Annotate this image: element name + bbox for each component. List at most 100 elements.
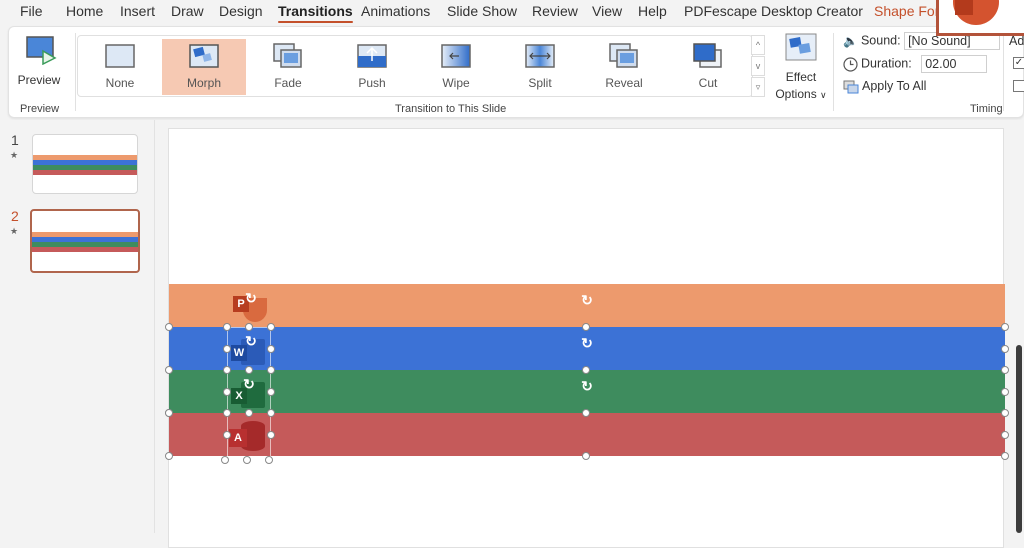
animation-star-icon: ★	[10, 226, 19, 236]
slide-canvas[interactable]: P W X A ↻ ↻ ↻ ↻ ↻ ↻	[165, 128, 1009, 548]
effect-options-button[interactable]: Effect Options ∨	[771, 31, 831, 101]
resize-handle[interactable]	[1001, 345, 1009, 353]
transition-fade[interactable]: Fade	[246, 39, 330, 95]
transition-reveal-label: Reveal	[605, 76, 643, 90]
resize-handle[interactable]	[1001, 409, 1009, 417]
fade-transition-icon	[273, 43, 302, 68]
timing-group-label: Timing	[970, 103, 1003, 115]
clock-icon	[843, 56, 858, 72]
transition-cut[interactable]: Cut	[666, 39, 750, 95]
vertical-scrollbar[interactable]	[1016, 345, 1022, 533]
transition-split[interactable]: Split	[498, 39, 582, 95]
menu-transitions[interactable]: Transitions	[278, 3, 353, 23]
slide-thumbnail-1[interactable]	[32, 134, 138, 194]
effect-options-label: Effect Options ∨	[771, 69, 831, 104]
resize-handle[interactable]	[223, 388, 231, 396]
resize-handle[interactable]	[1001, 431, 1009, 439]
resize-handle[interactable]	[243, 456, 251, 464]
gallery-scroll-down-button[interactable]: v	[751, 56, 765, 76]
menu-review[interactable]: Review	[532, 3, 578, 19]
slide-number: 2	[11, 208, 19, 224]
resize-handle[interactable]	[1001, 388, 1009, 396]
resize-handle[interactable]	[223, 345, 231, 353]
menu-slide-show[interactable]: Slide Show	[447, 3, 517, 19]
resize-handle[interactable]	[165, 366, 173, 374]
preview-button[interactable]: Preview	[11, 31, 67, 95]
resize-handle[interactable]	[582, 323, 590, 331]
resize-handle[interactable]	[221, 456, 229, 464]
transition-fade-label: Fade	[274, 76, 302, 90]
resize-handle[interactable]	[245, 409, 253, 417]
rotate-handle-icon[interactable]: ↻	[580, 336, 594, 350]
wipe-transition-icon	[441, 44, 471, 68]
on-mouse-click-checkbox[interactable]: ✓	[1013, 57, 1024, 69]
menu-file[interactable]: File	[20, 3, 43, 19]
apply-to-all-icon	[843, 80, 859, 94]
gallery-scroll-up-button[interactable]: ^	[751, 35, 765, 55]
transition-none[interactable]: None	[78, 39, 162, 95]
resize-handle[interactable]	[165, 409, 173, 417]
resize-handle[interactable]	[223, 323, 231, 331]
apply-to-all-button[interactable]: Apply To All	[843, 79, 926, 94]
after-checkbox[interactable]	[1013, 80, 1024, 92]
ribbon-transitions: Preview Preview None Morph Fade Push Wip…	[8, 26, 1024, 118]
menu-insert[interactable]: Insert	[120, 3, 155, 19]
duration-label: Duration:	[861, 56, 912, 71]
transition-morph[interactable]: Morph	[162, 39, 246, 95]
transition-push[interactable]: Push	[330, 39, 414, 95]
cut-transition-icon	[693, 43, 722, 68]
transition-reveal[interactable]: Reveal	[582, 39, 666, 95]
rotate-handle-icon[interactable]: ↻	[580, 293, 594, 307]
effect-options-label-line1: Effect	[785, 70, 817, 84]
resize-handle[interactable]	[1001, 323, 1009, 331]
rotate-handle-icon[interactable]: ↻	[242, 377, 256, 391]
resize-handle[interactable]	[1001, 366, 1009, 374]
resize-handle[interactable]	[267, 366, 275, 374]
preview-label: Preview	[17, 73, 61, 87]
animation-star-icon: ★	[10, 150, 19, 160]
preview-group-label: Preview	[20, 103, 60, 115]
sound-label: Sound:	[860, 33, 901, 48]
resize-handle[interactable]	[582, 452, 590, 460]
morph-transition-icon	[189, 44, 219, 68]
transition-morph-label: Morph	[186, 76, 221, 90]
powerpoint-logo-square	[955, 0, 973, 15]
resize-handle[interactable]	[582, 366, 590, 374]
resize-handle[interactable]	[223, 366, 231, 374]
transition-wipe[interactable]: Wipe	[414, 39, 498, 95]
resize-handle[interactable]	[165, 323, 173, 331]
resize-handle[interactable]	[267, 323, 275, 331]
rotate-handle-icon[interactable]: ↻	[244, 334, 258, 348]
resize-handle[interactable]	[267, 409, 275, 417]
menu-bar: File Home Insert Draw Design Transitions…	[0, 0, 1024, 24]
menu-help[interactable]: Help	[638, 3, 667, 19]
resize-handle[interactable]	[267, 345, 275, 353]
resize-handle[interactable]	[582, 409, 590, 417]
resize-handle[interactable]	[223, 409, 231, 417]
menu-design[interactable]: Design	[219, 3, 263, 19]
menu-home[interactable]: Home	[66, 3, 103, 19]
transition-split-label: Split	[528, 76, 552, 90]
resize-handle[interactable]	[265, 456, 273, 464]
transition-cut-label: Cut	[698, 76, 718, 90]
resize-handle[interactable]	[165, 452, 173, 460]
access-band[interactable]	[169, 413, 1005, 456]
rotate-handle-icon[interactable]: ↻	[580, 379, 594, 393]
slide-thumbnail-2[interactable]	[30, 209, 140, 273]
menu-view[interactable]: View	[592, 3, 622, 19]
menu-pdfescape[interactable]: PDFescape Desktop Creator	[684, 3, 863, 19]
gallery-more-button[interactable]: ▿	[751, 77, 765, 97]
thumb-band	[32, 247, 138, 252]
resize-handle[interactable]	[245, 366, 253, 374]
resize-handle[interactable]	[245, 323, 253, 331]
resize-handle[interactable]	[223, 431, 231, 439]
resize-handle[interactable]	[267, 431, 275, 439]
resize-handle[interactable]	[267, 388, 275, 396]
menu-draw[interactable]: Draw	[171, 3, 204, 19]
rotate-handle-icon[interactable]: ↻	[244, 291, 258, 305]
transition-none-label: None	[105, 76, 135, 90]
resize-handle[interactable]	[1001, 452, 1009, 460]
menu-animations[interactable]: Animations	[361, 3, 430, 19]
duration-input[interactable]: 02.00	[921, 55, 988, 73]
effect-options-label-line2: Options	[775, 87, 817, 101]
